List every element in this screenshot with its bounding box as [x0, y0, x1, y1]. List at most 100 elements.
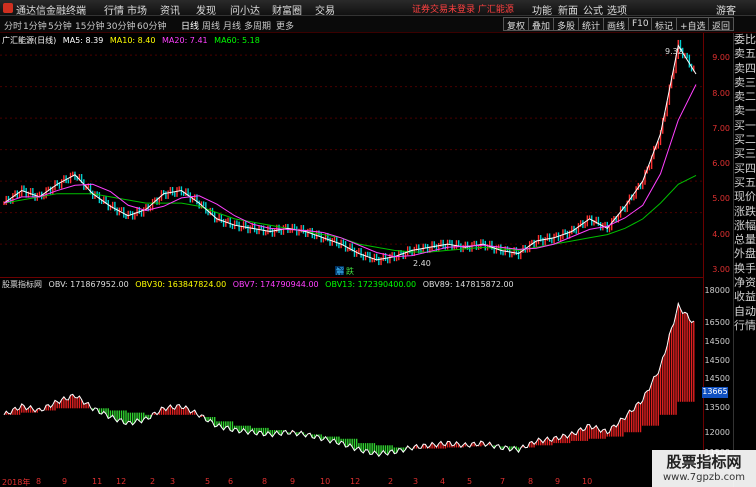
x-tick: 11 — [92, 477, 103, 486]
add-watchlist-button[interactable]: +自选 — [676, 17, 710, 32]
indicator-legend: 股票指标网 OBV: 171867952.00 OBV30: 163847824… — [2, 279, 518, 290]
tab-monthly[interactable]: 月线 — [223, 19, 241, 32]
watermark-title: 股票指标网 — [666, 453, 742, 471]
f10-button[interactable]: F10 — [628, 17, 653, 31]
menu-item-formula[interactable]: 公式 — [583, 2, 603, 17]
price-legend: 广汇能源(日线) MA5: 8.39 MA10: 8.40 MA20: 7.41… — [2, 35, 264, 46]
obv7-value: OBV7: 174790944.00 — [232, 280, 319, 289]
price-tick: 7.00 — [712, 124, 730, 133]
menu-bar: 通达信金融终端 行情 市场 资讯 发现 问小达 财富圈 交易 证券交易未登录 广… — [0, 0, 756, 17]
side-item: 涨跌 — [734, 204, 756, 218]
x-tick: 10 — [320, 477, 331, 486]
x-tick: 12 — [116, 477, 127, 486]
x-tick: 2018年 — [2, 478, 31, 487]
app-logo-icon — [3, 3, 13, 13]
login-notice: 证券交易未登录 广汇能源 — [412, 5, 514, 15]
price-tick: 3.00 — [712, 265, 730, 274]
side-item: 行情 — [734, 318, 756, 332]
menu-item-new[interactable]: 新面 — [558, 2, 578, 17]
side-item: 现价 — [734, 190, 756, 204]
x-tick: 3 — [413, 477, 419, 486]
side-item: 涨幅 — [734, 218, 756, 232]
ma60-value: MA60: 5.18 — [214, 36, 260, 45]
x-tick: 8 — [36, 477, 42, 486]
price-tick: 4.00 — [712, 230, 730, 239]
tab-60min[interactable]: 60分钟 — [137, 19, 166, 32]
ma5-value: MA5: 8.39 — [62, 36, 104, 45]
indicator-tick: 14500 — [704, 356, 730, 365]
period-toolbar: 分时 1分钟 5分钟 15分钟 30分钟 60分钟 日线 周线 月线 多周期 更… — [0, 16, 756, 33]
obv-current-badge: 13665 — [702, 387, 728, 398]
menu-item-wealth[interactable]: 财富圈 — [272, 2, 302, 17]
ma60-line — [3, 174, 697, 253]
obv-value: OBV: 171867952.00 — [48, 280, 129, 289]
menu-item-market[interactable]: 行情 — [104, 2, 124, 17]
overlay-button[interactable]: 叠加 — [528, 17, 555, 32]
watermark-url: www.7gpzb.com — [663, 472, 745, 483]
side-item: 总量 — [734, 233, 756, 247]
x-tick: 8 — [262, 477, 268, 486]
tab-15min[interactable]: 15分钟 — [75, 19, 104, 32]
side-item: 卖四 — [734, 61, 756, 75]
auto-button[interactable]: 自动 — [734, 305, 756, 319]
ma10-value: MA10: 8.40 — [109, 36, 156, 45]
mark-button[interactable]: 标记 — [651, 17, 678, 32]
side-item: 卖三 — [734, 75, 756, 89]
x-tick: 5 — [205, 477, 211, 486]
x-axis: 2018年 8 9 11 12 2 3 5 6 8 9 10 12 2 3 4 … — [0, 477, 703, 487]
indicator-tick: 13500 — [704, 403, 730, 412]
tab-timeshare[interactable]: 分时 — [4, 19, 22, 32]
price-tick: 5.00 — [712, 194, 730, 203]
tab-multi-period[interactable]: 多周期 — [244, 19, 271, 32]
menu-item-news[interactable]: 资讯 — [160, 2, 180, 17]
tab-1min[interactable]: 1分钟 — [23, 19, 47, 32]
y-axis: 9.00 8.00 7.00 6.00 5.00 4.00 3.00 18000… — [703, 33, 733, 477]
close-line — [3, 44, 697, 261]
low-annotation: 2.40 — [413, 259, 431, 268]
high-annotation: 9.32 — [665, 47, 683, 56]
side-item: 收益 — [734, 290, 756, 304]
indicator-plot — [3, 301, 695, 458]
adjust-button[interactable]: 复权 — [503, 17, 530, 32]
tab-5min[interactable]: 5分钟 — [48, 19, 72, 32]
obv-line — [3, 301, 695, 458]
menu-item-exchange[interactable]: 市场 — [127, 2, 147, 17]
ma20-value: MA20: 7.41 — [162, 36, 208, 45]
price-tick: 9.00 — [712, 53, 730, 62]
price-tick: 6.00 — [712, 159, 730, 168]
side-item: 卖二 — [734, 90, 756, 104]
side-item: 外盘 — [734, 247, 756, 261]
price-plot: 9.32 2.40 解 跌 — [0, 39, 703, 276]
tab-more[interactable]: 更多 — [276, 19, 294, 32]
statistics-button[interactable]: 统计 — [578, 17, 605, 32]
back-button[interactable]: 返回 — [708, 17, 735, 32]
obv89-value: OBV89: 147815872.00 — [422, 280, 514, 289]
ma20-line — [3, 84, 697, 258]
menu-item-options[interactable]: 选项 — [607, 2, 627, 17]
tab-weekly[interactable]: 周线 — [202, 19, 220, 32]
indicator-chart[interactable]: 股票指标网 OBV: 171867952.00 OBV30: 163847824… — [0, 277, 703, 477]
draw-button[interactable]: 画线 — [603, 17, 630, 32]
obv30-value: OBV30: 163847824.00 — [135, 280, 227, 289]
price-tick: 8.00 — [712, 89, 730, 98]
menu-item-ask[interactable]: 问小达 — [230, 2, 260, 17]
indicator-tick: 16500 — [704, 318, 730, 327]
price-chart[interactable]: 广汇能源(日线) MA5: 8.39 MA10: 8.40 MA20: 7.41… — [0, 33, 703, 277]
x-tick: 7 — [500, 477, 506, 486]
tab-daily[interactable]: 日线 — [181, 19, 199, 32]
x-tick: 9 — [62, 477, 68, 486]
side-item: 买四 — [734, 161, 756, 175]
multi-stock-button[interactable]: 多股 — [553, 17, 580, 32]
x-tick: 4 — [440, 477, 446, 486]
tab-30min[interactable]: 30分钟 — [106, 19, 135, 32]
indicator-tick: 12000 — [704, 428, 730, 437]
x-tick: 5 — [467, 477, 473, 486]
menu-item-trade[interactable]: 交易 — [315, 2, 335, 17]
stock-name: 广汇能源(日线) — [2, 36, 57, 45]
menu-item-function[interactable]: 功能 — [532, 2, 552, 17]
side-item: 买三 — [734, 147, 756, 161]
side-item: 净资 — [734, 276, 756, 290]
menu-item-discover[interactable]: 发现 — [196, 2, 216, 17]
x-tick: 8 — [528, 477, 534, 486]
user-label[interactable]: 游客 — [716, 2, 736, 17]
